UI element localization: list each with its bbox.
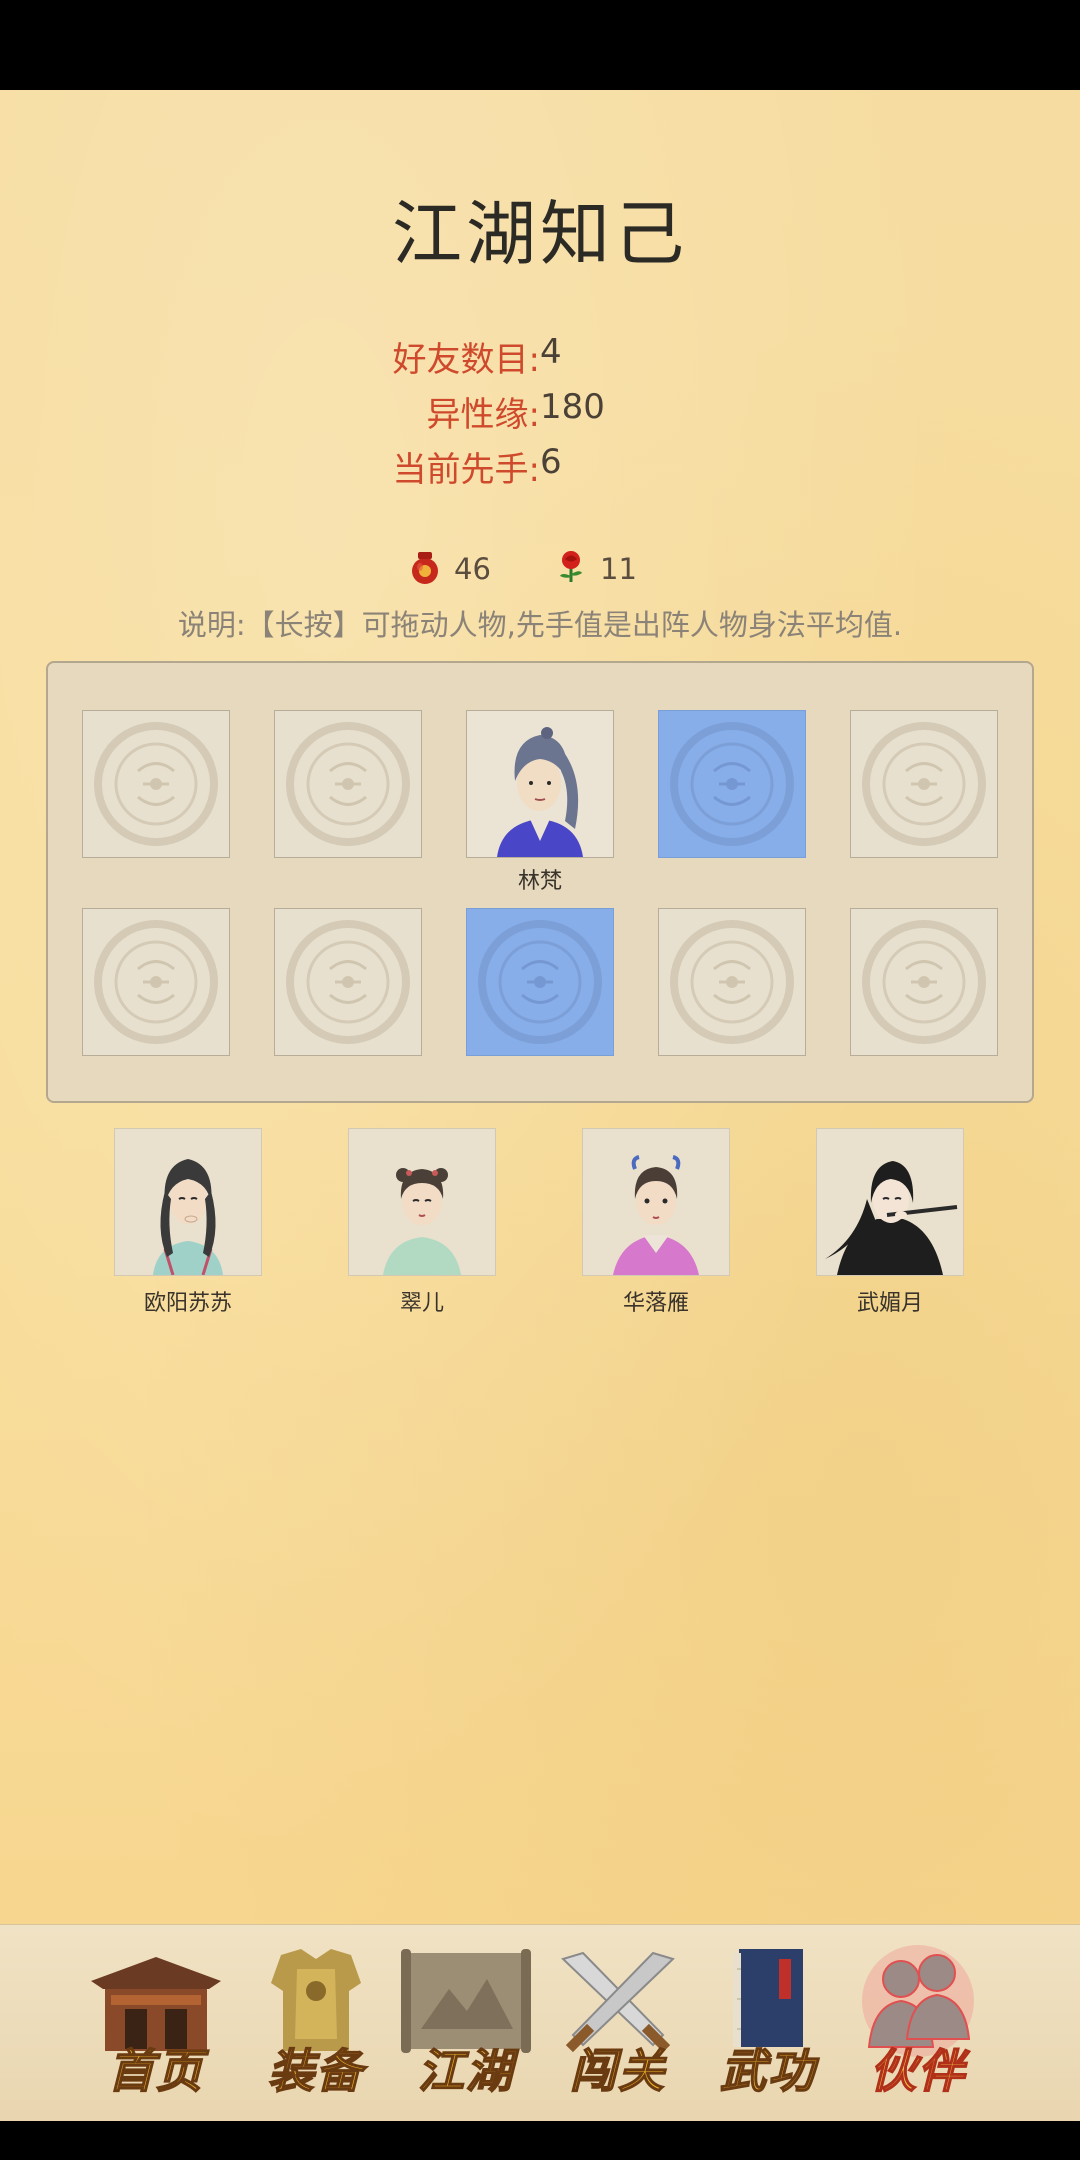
partners-screen: 江湖知己 好友数目: 4 异性缘: 180 当前先手: 6 46 11 说明:【… <box>0 90 1080 2122</box>
stat-label: 好友数目: <box>392 340 540 380</box>
reserve-partner[interactable] <box>114 1128 262 1276</box>
tab-label: 闯关 <box>569 2043 666 2099</box>
stat-value: 180 <box>540 387 605 427</box>
medallion-icon <box>286 722 410 846</box>
lineup-slot[interactable] <box>658 908 806 1056</box>
lineup-slot[interactable] <box>274 908 422 1056</box>
status-bar <box>0 0 1080 90</box>
reserve-partner-name: 武媚月 <box>856 1291 923 1316</box>
reserve-partner[interactable] <box>582 1128 730 1276</box>
reserve-partner-name: 华落雁 <box>622 1291 689 1316</box>
tab-home[interactable]: 首页 <box>81 1939 231 2109</box>
lineup-panel: 林梵 <box>46 661 1034 1103</box>
wine-jar-icon <box>412 552 438 584</box>
lineup-slot-character[interactable] <box>466 710 614 858</box>
character-portrait <box>383 1168 461 1275</box>
reserve-partner[interactable] <box>816 1128 964 1276</box>
stat-friend-count: 好友数目: 4 <box>0 332 1080 382</box>
wine-count: 46 <box>454 552 491 586</box>
medallion-icon <box>94 920 218 1044</box>
system-nav-strip <box>0 2121 1080 2160</box>
stat-value: 6 <box>540 442 562 482</box>
stat-label: 当前先手: <box>392 450 540 490</box>
tab-label: 江湖 <box>417 2043 514 2099</box>
character-portrait <box>613 1155 699 1275</box>
medallion-icon <box>478 920 602 1044</box>
medallion-icon <box>670 920 794 1044</box>
stat-charm: 异性缘: 180 <box>0 387 1080 437</box>
tab-partners[interactable]: 伙伴 <box>843 1939 993 2109</box>
reserve-partner[interactable] <box>348 1128 496 1276</box>
character-portrait <box>153 1159 223 1276</box>
instruction-note: 说明:【长按】可拖动人物,先手值是出阵人物身法平均值. <box>177 608 903 642</box>
tab-equipment[interactable]: 装备 <box>241 1939 391 2109</box>
tab-jianghu[interactable]: 江湖 <box>391 1939 541 2109</box>
tab-label: 装备 <box>267 2043 364 2099</box>
lineup-slot[interactable] <box>82 710 230 858</box>
medallion-icon <box>286 920 410 1044</box>
lineup-slot[interactable] <box>850 710 998 858</box>
lineup-slot-selected[interactable] <box>466 908 614 1056</box>
tab-challenge[interactable]: 闯关 <box>543 1939 693 2109</box>
stat-value: 4 <box>540 332 562 372</box>
medallion-icon <box>94 722 218 846</box>
resource-wine: 46 <box>408 548 528 594</box>
tab-label: 首页 <box>107 2043 204 2099</box>
bottom-tab-bar: 首页 装备 江湖 闯关 武功 伙伴 <box>0 1924 1080 2122</box>
character-portrait <box>497 727 583 857</box>
reserve-partner-name: 翠儿 <box>399 1291 444 1316</box>
lineup-slot-selected[interactable] <box>658 710 806 858</box>
stat-initiative: 当前先手: 6 <box>0 442 1080 492</box>
lineup-slot[interactable] <box>850 908 998 1056</box>
medallion-icon <box>862 920 986 1044</box>
reserve-partner-name: 欧阳苏苏 <box>143 1291 232 1316</box>
tab-martial-arts[interactable]: 武功 <box>693 1939 843 2109</box>
medallion-icon <box>862 722 986 846</box>
stat-label: 异性缘: <box>426 395 540 435</box>
medallion-icon <box>670 722 794 846</box>
tab-label: 武功 <box>719 2043 816 2099</box>
page-title: 江湖知己 <box>392 193 688 275</box>
resource-rose: 11 <box>554 548 674 594</box>
rose-count: 11 <box>600 552 637 586</box>
lineup-slot[interactable] <box>274 710 422 858</box>
rose-icon <box>560 551 582 582</box>
tab-label: 伙伴 <box>869 2043 966 2099</box>
lineup-slot[interactable] <box>82 908 230 1056</box>
slot-character-name: 林梵 <box>517 869 562 894</box>
character-portrait <box>825 1161 958 1275</box>
